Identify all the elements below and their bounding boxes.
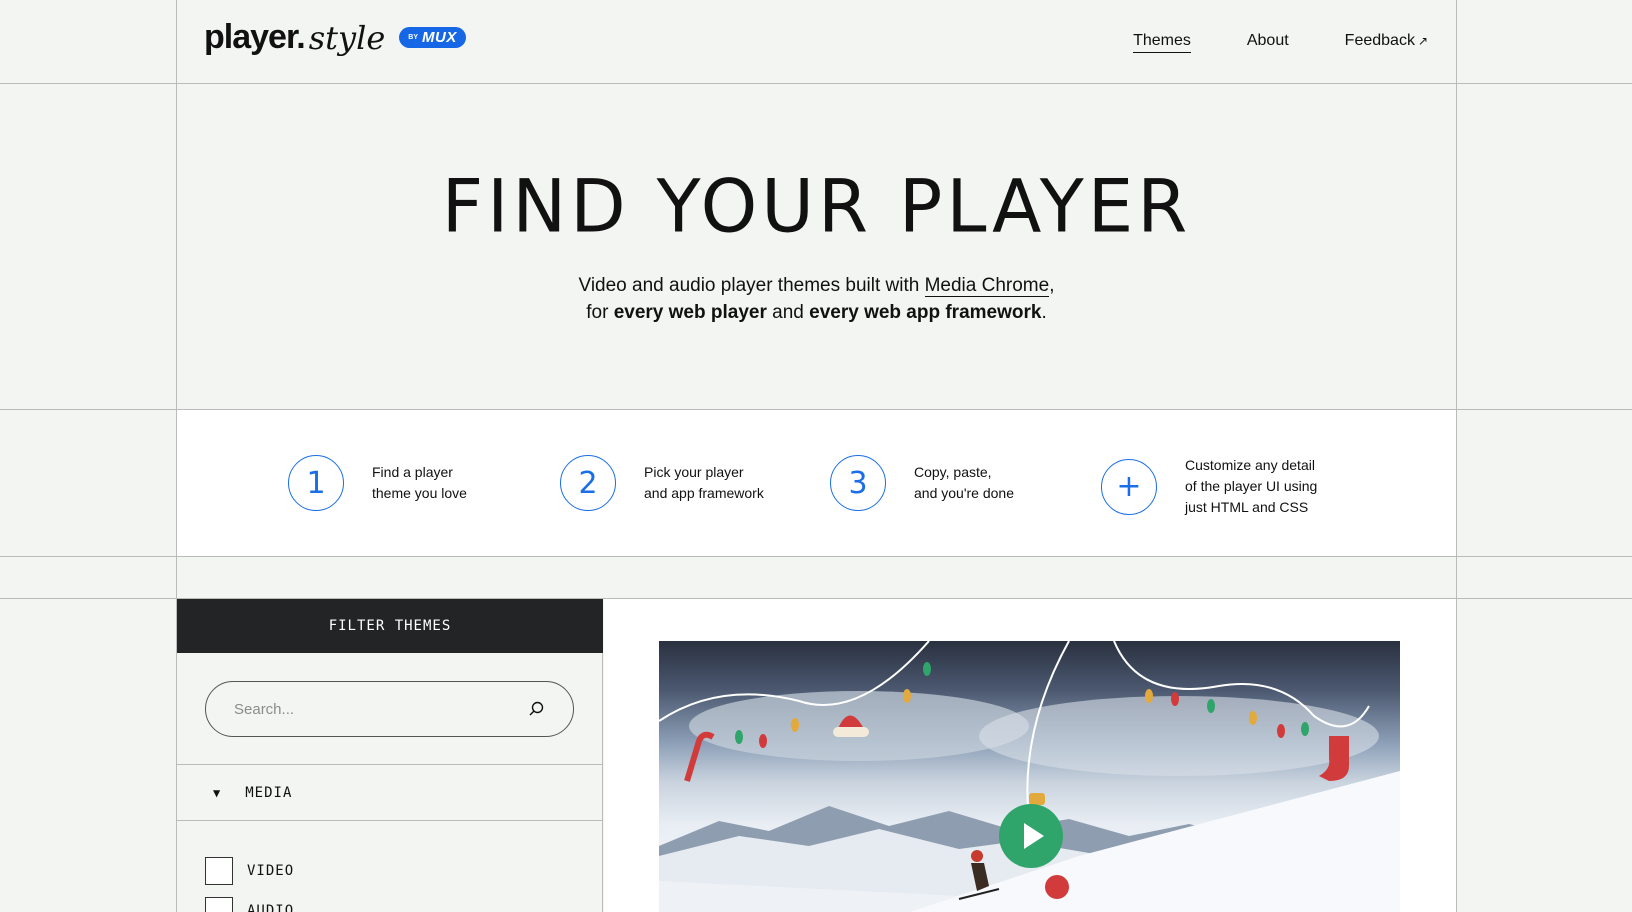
hero-sub-text: ,	[1049, 275, 1055, 296]
step-number: 3	[830, 455, 886, 511]
step-text: Pick your player and app framework	[644, 462, 794, 504]
main-nav: Themes About Feedback ↗	[1133, 32, 1428, 53]
option-label: VIDEO	[247, 863, 295, 879]
option-audio[interactable]: AUDIO	[205, 897, 294, 912]
hero-sub-text: .	[1041, 302, 1047, 323]
step-line: Copy, paste,	[914, 464, 992, 480]
step-number: 2	[560, 455, 616, 511]
checkbox[interactable]	[205, 857, 233, 885]
group-label: MEDIA	[245, 784, 293, 801]
step-line: of the player UI using	[1185, 478, 1318, 494]
plus-icon: +	[1101, 458, 1157, 515]
step-1: 1 Find a player theme you love	[288, 455, 522, 511]
option-video[interactable]: VIDEO	[205, 857, 294, 885]
badge-name: MUX	[422, 29, 457, 46]
theme-preview-area	[604, 599, 1456, 912]
search-input[interactable]	[234, 700, 527, 718]
chevron-down-icon: ▼	[213, 785, 222, 800]
hero-subtitle: Video and audio player themes built with…	[177, 272, 1456, 326]
checkbox[interactable]	[205, 897, 233, 912]
logo-text-style: style	[308, 18, 386, 57]
step-text: Find a player theme you love	[372, 462, 522, 504]
step-line: and app framework	[644, 485, 764, 501]
grid-line	[1456, 0, 1457, 912]
step-number: 1	[288, 455, 344, 511]
media-chrome-link[interactable]: Media Chrome	[924, 275, 1050, 297]
video-thumbnail	[659, 641, 1400, 912]
external-link-icon: ↗	[1417, 34, 1428, 48]
page-title: FIND YOUR PLAYER	[441, 163, 1192, 249]
step-line: Find a player	[372, 464, 453, 480]
search-section	[177, 653, 603, 765]
step-3: 3 Copy, paste, and you're done	[830, 455, 1064, 511]
logo[interactable]: player. style BY MUX	[204, 18, 466, 57]
step-line: just HTML and CSS	[1185, 499, 1309, 515]
step-text: Copy, paste, and you're done	[914, 462, 1064, 504]
steps-strip: 1 Find a player theme you love 2 Pick yo…	[177, 410, 1456, 556]
filter-heading: FILTER THEMES	[177, 599, 603, 653]
media-options: VIDEO AUDIO	[177, 821, 603, 912]
step-line: Pick your player	[644, 464, 744, 480]
hero: FIND YOUR PLAYER Video and audio player …	[177, 84, 1456, 409]
hero-sub-text: Video and audio player themes built with	[578, 275, 925, 296]
step-text: Customize any detail of the player UI us…	[1185, 455, 1335, 518]
badge-by: BY	[408, 34, 419, 41]
site-header: player. style BY MUX Themes About Feedba…	[177, 0, 1456, 83]
filter-panel: FILTER THEMES ▼ MEDIA VIDEO AUDIO	[177, 599, 603, 912]
hero-sub-text: for	[586, 302, 614, 323]
video-player-preview[interactable]	[659, 641, 1400, 912]
nav-themes[interactable]: Themes	[1133, 32, 1191, 53]
step-2: 2 Pick your player and app framework	[560, 455, 794, 511]
search-box	[205, 681, 574, 737]
search-icon[interactable]	[527, 700, 545, 718]
hero-sub-text: and	[766, 302, 810, 323]
step-line: theme you love	[372, 485, 467, 501]
step-line: and you're done	[914, 485, 1014, 501]
nav-about[interactable]: About	[1247, 32, 1289, 53]
step-line: Customize any detail	[1185, 457, 1315, 473]
nav-feedback-label: Feedback	[1344, 32, 1415, 49]
step-customize: + Customize any detail of the player UI …	[1101, 455, 1335, 518]
media-group-toggle[interactable]: ▼ MEDIA	[177, 765, 603, 821]
hero-emphasis: every web player	[613, 302, 767, 323]
mux-badge[interactable]: BY MUX	[399, 27, 466, 48]
grid-line	[0, 556, 1632, 557]
option-label: AUDIO	[247, 903, 295, 912]
nav-feedback[interactable]: Feedback ↗	[1345, 32, 1428, 53]
logo-text: player.	[204, 18, 306, 56]
hero-emphasis: every web app framework	[809, 302, 1042, 323]
